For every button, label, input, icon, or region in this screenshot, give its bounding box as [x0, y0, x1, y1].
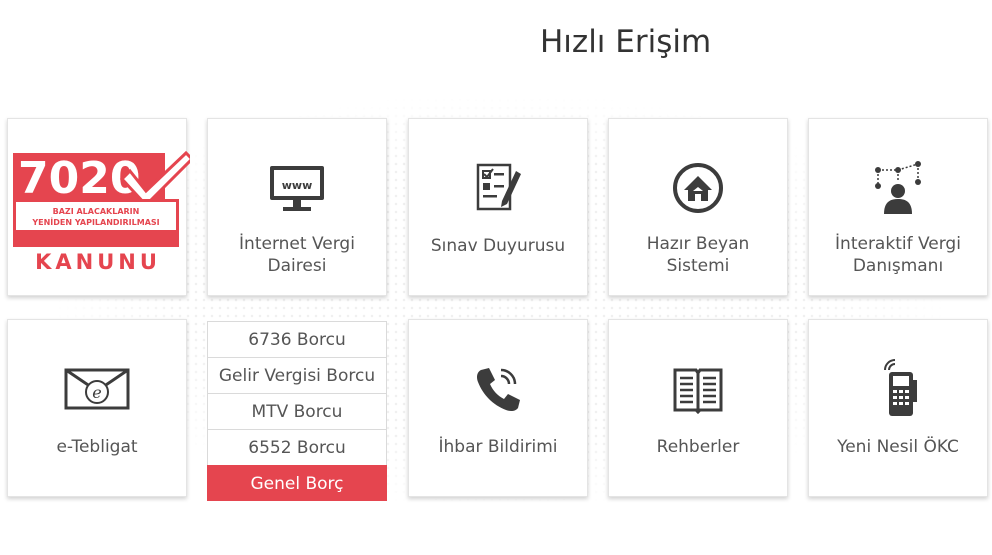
svg-text:e: e	[92, 383, 101, 402]
monitor-www-icon: www	[270, 166, 324, 211]
tile-label-line1: İnternet Vergi	[239, 234, 355, 254]
logo-word: KANUNU	[35, 250, 161, 273]
tile-label: e-Tebligat	[56, 437, 138, 457]
tile-hazir-beyan-sistemi[interactable]: Hazır Beyan Sistemi	[608, 118, 788, 296]
tile-rehberler[interactable]: Rehberler	[608, 319, 788, 497]
kanun-7020-logo: 7020 BAZI ALACAKLARIN YENİDEN YAPILANDIR…	[13, 150, 190, 273]
svg-text:www: www	[282, 179, 313, 192]
tile-label-line2: Dairesi	[267, 256, 327, 276]
network-person-icon	[875, 161, 921, 214]
tile-label: Yeni Nesil ÖKC	[837, 437, 959, 457]
tile-label-line1: Hazır Beyan	[646, 234, 750, 254]
tile-label-line2: Sistemi	[666, 256, 730, 276]
email-envelope-icon: e	[64, 368, 130, 410]
checklist-pen-icon	[476, 163, 521, 211]
tile-label-line2: Danışmanı	[852, 256, 944, 276]
tile-sinav-duyurusu[interactable]: Sınav Duyurusu	[408, 118, 588, 296]
debt-link-6736[interactable]: 6736 Borcu	[207, 321, 387, 357]
tile-label: Rehberler	[656, 437, 740, 457]
tile-interaktif-vergi-danismani[interactable]: İnteraktif Vergi Danışmanı	[808, 118, 988, 296]
debt-link-genel-borc[interactable]: Genel Borç	[207, 465, 387, 501]
tile-yeni-nesil-okc[interactable]: Yeni Nesil ÖKC	[808, 319, 988, 497]
tile-e-tebligat[interactable]: e e-Tebligat	[7, 319, 187, 497]
logo-subtitle-2: YENİDEN YAPILANDIRILMASI	[31, 217, 159, 227]
debt-link-mtv[interactable]: MTV Borcu	[207, 393, 387, 429]
tile-label: Sınav Duyurusu	[430, 236, 566, 256]
debt-link-6552[interactable]: 6552 Borcu	[207, 429, 387, 465]
tile-internet-vergi-dairesi[interactable]: www İnternet Vergi Dairesi	[207, 118, 387, 296]
page-title: Hızlı Erişim	[540, 24, 712, 60]
house-globe-icon	[673, 163, 723, 213]
pos-device-icon	[884, 359, 917, 416]
tile-label: İhbar Bildirimi	[438, 437, 558, 457]
tile-label-line1: İnteraktif Vergi	[835, 234, 961, 254]
phone-ringing-icon	[477, 368, 520, 412]
debt-link-gelir-vergisi[interactable]: Gelir Vergisi Borcu	[207, 357, 387, 393]
debt-links-list: 6736 Borcu Gelir Vergisi Borcu MTV Borcu…	[207, 321, 387, 501]
tile-7020-kanunu[interactable]: 7020 BAZI ALACAKLARIN YENİDEN YAPILANDIR…	[7, 118, 190, 296]
tile-ihbar-bildirimi[interactable]: İhbar Bildirimi	[408, 319, 588, 497]
logo-subtitle-1: BAZI ALACAKLARIN	[53, 207, 140, 216]
open-book-icon	[673, 368, 723, 414]
